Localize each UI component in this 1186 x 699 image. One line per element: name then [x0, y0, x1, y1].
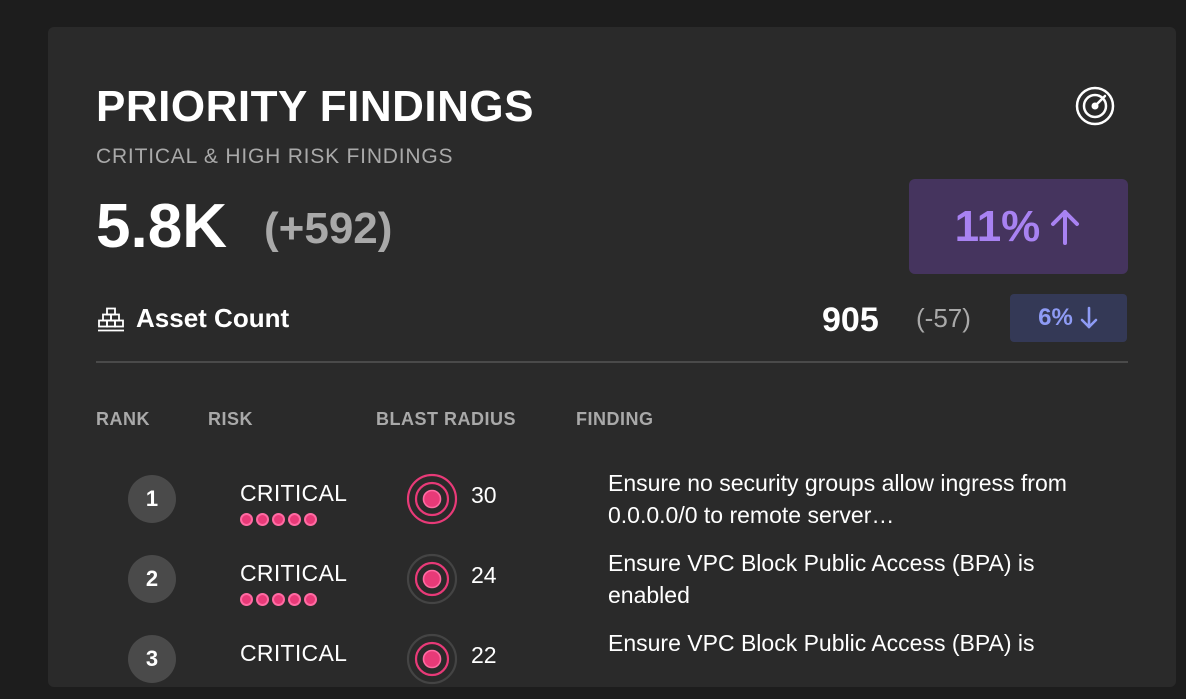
divider: [96, 361, 1128, 363]
blast-radius-icon: [406, 633, 458, 685]
card-title: PRIORITY FINDINGS: [96, 82, 534, 131]
blast-radius-icon: [406, 553, 458, 605]
blast-radius-value: 22: [471, 642, 497, 668]
card-subtitle: CRITICAL & HIGH RISK FINDINGS: [96, 145, 454, 168]
column-header-finding: FINDING: [576, 409, 654, 429]
risk-dot: [240, 593, 253, 606]
asset-change-pct: 6%: [1038, 304, 1073, 331]
risk-level-dots: [240, 593, 317, 606]
column-header-risk: RISK: [208, 409, 254, 429]
risk-dot: [272, 513, 285, 526]
risk-label: CRITICAL: [240, 560, 348, 586]
table-row[interactable]: 1 CRITICAL 30 Ensure no security groups …: [48, 459, 1176, 539]
risk-dot: [272, 593, 285, 606]
radar-icon[interactable]: [1074, 85, 1116, 127]
asset-count-label: Asset Count: [136, 303, 290, 333]
findings-change-pct: 11%: [954, 201, 1041, 251]
asset-count-value: 905: [822, 301, 879, 339]
blast-radius-value: 30: [471, 482, 497, 508]
risk-label: CRITICAL: [240, 480, 348, 506]
finding-text: Ensure VPC Block Public Access (BPA) is: [608, 630, 1035, 656]
table-row[interactable]: 2 CRITICAL 24 Ensure VPC Block Public Ac…: [48, 539, 1176, 619]
risk-dot: [288, 593, 301, 606]
priority-findings-card: PRIORITY FINDINGS CRITICAL & HIGH RISK F…: [48, 27, 1176, 687]
building-blocks-icon: [98, 307, 124, 332]
asset-change-badge: 6%: [1010, 294, 1127, 342]
risk-dot: [256, 593, 269, 606]
findings-change-badge: 11%: [909, 179, 1128, 274]
risk-dot: [304, 513, 317, 526]
rank-badge: 3: [128, 635, 176, 683]
arrow-up-icon: [1051, 209, 1080, 245]
risk-level-dots: [240, 513, 317, 526]
risk-dot: [288, 513, 301, 526]
finding-text: Ensure VPC Block Public Access (BPA) is …: [608, 550, 1035, 608]
rank-badge: 2: [128, 555, 176, 603]
asset-count-row: Asset Count 905 (-57) 6%: [96, 294, 1128, 342]
risk-dot: [256, 513, 269, 526]
table-row[interactable]: 3 CRITICAL 22 Ensure VPC Block Public Ac…: [48, 619, 1176, 699]
rank-badge: 1: [128, 475, 176, 523]
arrow-down-icon: [1080, 306, 1098, 329]
asset-count-delta: (-57): [916, 303, 971, 333]
blast-radius-icon: [406, 473, 458, 525]
finding-text: Ensure no security groups allow ingress …: [608, 470, 1067, 528]
risk-label: CRITICAL: [240, 640, 348, 666]
blast-radius-value: 24: [471, 562, 497, 588]
risk-dot: [304, 593, 317, 606]
risk-dot: [240, 513, 253, 526]
findings-total: 5.8K: [96, 192, 227, 261]
column-header-blast-radius: BLAST RADIUS: [376, 409, 516, 429]
column-header-rank: RANK: [96, 409, 150, 429]
findings-delta: (+592): [264, 204, 393, 253]
